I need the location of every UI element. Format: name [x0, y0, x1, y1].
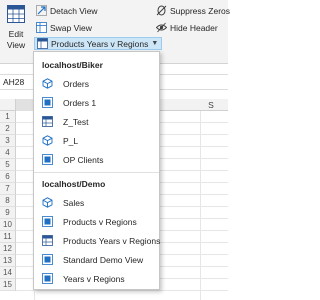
select-all-corner[interactable]: [0, 99, 16, 111]
cube-icon: [42, 197, 53, 208]
menu-item-products-v-regions[interactable]: Products v Regions: [35, 213, 159, 230]
row-header[interactable]: 7: [0, 183, 16, 195]
menu-item-label: Z_Test: [63, 116, 89, 127]
grid-line: [16, 290, 228, 291]
grid-icon: [42, 116, 53, 127]
row-header[interactable]: 2: [0, 123, 16, 135]
view-icon: [42, 216, 53, 227]
edit-view-button[interactable]: Edit View: [3, 3, 29, 57]
row-header[interactable]: 14: [0, 267, 16, 279]
detach-view-button[interactable]: Detach View: [36, 4, 98, 17]
menu-separator: [34, 172, 159, 173]
menu-item-label: P_L: [63, 135, 79, 146]
menu-item-label: Products Years v Regions: [63, 235, 161, 246]
row-header[interactable]: 12: [0, 243, 16, 255]
row-header[interactable]: 1: [0, 111, 16, 123]
grid-icon: [42, 235, 53, 246]
detach-view-label: Detach View: [50, 5, 98, 16]
grid-icon: [37, 38, 48, 49]
view-icon: [42, 154, 53, 165]
menu-item-standard-demo-view[interactable]: Standard Demo View: [35, 251, 159, 268]
row-header[interactable]: 15: [0, 279, 16, 291]
menu-item-label: Orders 1: [63, 97, 97, 108]
menu-item-label: Sales: [63, 197, 85, 208]
hide-header-label: Hide Header: [170, 22, 218, 33]
view-icon: [42, 254, 53, 265]
menu-item-years-v-regions[interactable]: Years v Regions: [35, 270, 159, 287]
group-header-demo: localhost/Demo: [42, 179, 106, 189]
swap-view-label: Swap View: [50, 22, 92, 33]
row-header[interactable]: 6: [0, 171, 16, 183]
menu-item-label: Standard Demo View: [63, 254, 144, 265]
cube-icon: [42, 78, 53, 89]
row-header[interactable]: 9: [0, 207, 16, 219]
row-header[interactable]: 11: [0, 231, 16, 243]
menu-item-label: Years v Regions: [63, 273, 125, 284]
eye-slash-icon: [156, 22, 167, 33]
menu-item-label: Orders: [63, 78, 89, 89]
swap-icon: [36, 22, 47, 33]
grid-column-line: [200, 111, 201, 300]
name-box[interactable]: AH28: [2, 76, 32, 88]
menu-item-label: Products v Regions: [63, 216, 137, 227]
cube-icon: [42, 135, 53, 146]
menu-item-op-clients[interactable]: OP Clients: [35, 151, 159, 168]
view-selector-label: Products Years v Regions: [51, 38, 149, 49]
suppress-zeros-button[interactable]: Suppress Zeros: [156, 4, 230, 17]
row-header[interactable]: 4: [0, 147, 16, 159]
row-header[interactable]: 3: [0, 135, 16, 147]
view-selector-dropdown[interactable]: Products Years v Regions ▼: [34, 37, 163, 50]
table-icon: [7, 5, 25, 23]
view-icon: [42, 97, 53, 108]
row-header[interactable]: 13: [0, 255, 16, 267]
hide-header-button[interactable]: Hide Header: [156, 21, 218, 34]
menu-item-orders[interactable]: Orders: [35, 75, 159, 92]
row-header[interactable]: 8: [0, 195, 16, 207]
row-header[interactable]: 10: [0, 219, 16, 231]
detach-icon: [36, 5, 47, 16]
menu-item-label: OP Clients: [63, 154, 104, 165]
suppress-zeros-label: Suppress Zeros: [170, 5, 230, 16]
column-header-s[interactable]: S: [205, 99, 217, 111]
menu-item-sales[interactable]: Sales: [35, 194, 159, 211]
edit-view-label: Edit View: [6, 29, 26, 50]
menu-item-z-test[interactable]: Z_Test: [35, 113, 159, 130]
menu-item-products-years-v-regions[interactable]: Products Years v Regions: [35, 232, 161, 249]
swap-view-button[interactable]: Swap View: [36, 21, 92, 34]
menu-item-orders-1[interactable]: Orders 1: [35, 94, 159, 111]
column-header-selected[interactable]: [16, 99, 34, 111]
suppress-zero-icon: [156, 5, 167, 16]
chevron-down-icon: ▼: [151, 40, 159, 47]
view-icon: [42, 273, 53, 284]
row-header[interactable]: 5: [0, 159, 16, 171]
view-dropdown-menu: localhost/Biker Orders Orders 1 Z_Test P…: [33, 51, 160, 290]
group-header-biker: localhost/Biker: [42, 60, 103, 70]
menu-item-p-l[interactable]: P_L: [35, 132, 159, 149]
